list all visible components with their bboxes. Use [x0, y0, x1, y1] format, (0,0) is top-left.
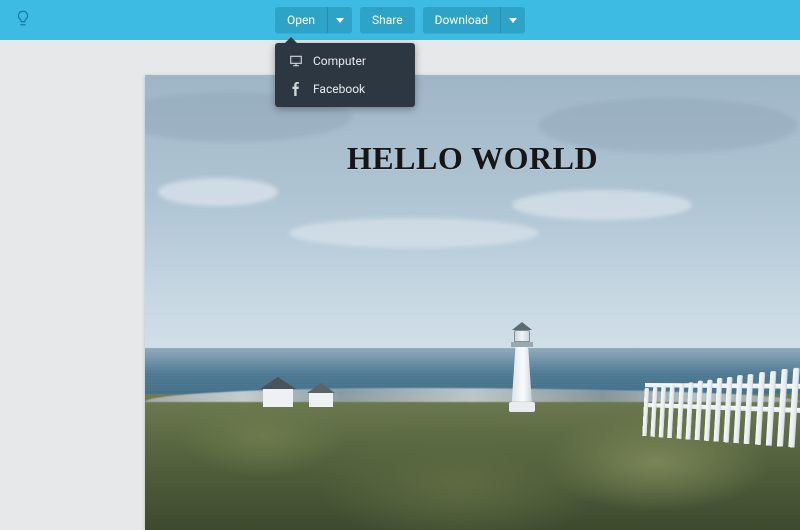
open-button-caret[interactable] [327, 7, 352, 33]
download-button-label: Download [435, 7, 488, 33]
top-toolbar: Open Computer Facebook [0, 0, 800, 40]
design-canvas[interactable]: HELLO WORLD [145, 75, 800, 530]
lighthouse-graphic [512, 322, 532, 412]
monitor-icon [289, 54, 303, 68]
download-button-group: Download [423, 7, 525, 33]
download-button-caret[interactable] [500, 7, 525, 33]
house-graphic [263, 377, 299, 407]
toolbar-buttons: Open Computer Facebook [275, 7, 525, 33]
share-button-label: Share [372, 7, 403, 33]
headline-text[interactable]: HELLO WORLD [145, 140, 800, 177]
download-button[interactable]: Download [423, 7, 500, 33]
caret-down-icon [336, 18, 344, 23]
fence-graphic [642, 368, 800, 448]
open-menu-item-computer[interactable]: Computer [275, 47, 415, 75]
menu-item-label: Computer [313, 54, 366, 68]
app-logo [14, 0, 32, 40]
lightbulb-icon [14, 9, 32, 31]
open-button[interactable]: Open [275, 7, 327, 33]
open-button-label: Open [287, 7, 315, 33]
caret-down-icon [509, 18, 517, 23]
open-button-group: Open Computer Facebook [275, 7, 352, 33]
open-menu-item-facebook[interactable]: Facebook [275, 75, 415, 103]
open-dropdown: Computer Facebook [275, 43, 415, 107]
facebook-icon [289, 82, 303, 96]
share-button[interactable]: Share [360, 7, 415, 33]
house-graphic [309, 383, 337, 407]
menu-item-label: Facebook [313, 82, 365, 96]
